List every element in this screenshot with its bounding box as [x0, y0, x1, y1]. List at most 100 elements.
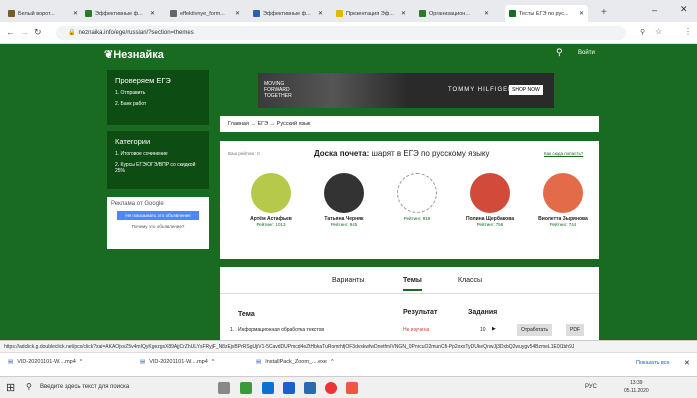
new-tab-icon[interactable]: + — [601, 7, 607, 18]
search-icon: ⚲ — [26, 382, 32, 391]
forward-icon[interactable]: → — [20, 27, 29, 37]
chevron-up-icon: ^ — [211, 359, 215, 365]
tab-themes[interactable]: Темы — [403, 277, 422, 291]
chrome-icon[interactable] — [325, 382, 337, 394]
logo-icon: ❦ — [104, 49, 114, 61]
lock-icon: 🔒 — [68, 30, 76, 36]
sidebar-box-check: Проверяем ЕГЭ 1. Отправить 2. Банк работ — [107, 70, 209, 125]
pdf-button[interactable]: PDF — [566, 324, 584, 336]
ad-label: Реклама от Google — [111, 201, 164, 207]
divider — [220, 293, 599, 294]
favicon-icon — [419, 10, 426, 17]
banner-cta-button[interactable]: SHOP NOW — [509, 85, 543, 95]
honor-person[interactable]: Полина Щербакова Рейтинг: 756 — [459, 173, 521, 227]
close-tab-icon[interactable]: ✕ — [70, 10, 78, 17]
honor-person[interactable]: Татьяна Черняк Рейтинг: 945 — [313, 173, 375, 227]
row-count: 10 — [480, 327, 486, 333]
status-url-bar: https://adclick.g.doubleclick.net/pcs/cl… — [0, 340, 697, 352]
tab-classes[interactable]: Классы — [458, 277, 482, 284]
login-link[interactable]: Войти — [578, 50, 595, 56]
favicon-icon — [170, 10, 177, 17]
yandex-icon[interactable] — [346, 382, 358, 394]
honor-person[interactable]: Виолетта Зырянова Рейтинг: 744 — [532, 173, 594, 227]
taskbar-search-input[interactable]: Введите здесь текст для поиска — [40, 384, 129, 390]
address-bar-row: ← → ↻ 🔒 neznaika.info/ege/russian/?sectio… — [0, 22, 697, 44]
browser-tab[interactable]: effektivnye_form... ✕ — [166, 5, 244, 22]
close-downloads-icon[interactable]: ✕ — [684, 359, 690, 367]
col-topic: Тема — [238, 311, 255, 318]
ad-why-link[interactable]: Почему это объявление? — [111, 224, 205, 229]
task-view-icon[interactable] — [218, 382, 230, 394]
browser-tab[interactable]: Белый ворот... ✕ — [4, 5, 82, 22]
close-tab-icon[interactable]: ✕ — [576, 10, 584, 17]
close-window-icon[interactable]: ✕ — [680, 4, 688, 15]
download-item[interactable]: ▤ InstallPack_Zoom_....exe ^ — [256, 359, 334, 365]
tab-variants[interactable]: Варианты — [332, 277, 364, 284]
site-logo[interactable]: ❦Незнайка — [104, 48, 164, 61]
download-item[interactable]: ▤ VID-20201101-W....mp4 ^ — [140, 359, 214, 365]
clock-time: 13:39 — [630, 380, 643, 386]
avatar — [324, 173, 364, 213]
browser-tab[interactable]: Эффективные ф... ✕ — [249, 5, 327, 22]
chevron-up-icon: ^ — [330, 359, 334, 365]
close-tab-icon[interactable]: ✕ — [147, 10, 155, 17]
file-icon: ▤ — [256, 359, 262, 365]
avatar — [470, 173, 510, 213]
row-topic[interactable]: Информационная обработка текстов — [238, 327, 324, 333]
sidebar-item-essay[interactable]: 1. Итоговое сочинение — [115, 151, 201, 158]
favicon-icon — [85, 10, 92, 17]
chevron-up-icon: ^ — [79, 359, 83, 365]
banner-brand: TOMMY HILFIGER — [448, 87, 514, 93]
browser-tab[interactable]: Тесты ЕГЭ по рус... ✕ — [505, 5, 588, 22]
avatar — [543, 173, 583, 213]
sidebar-item-courses[interactable]: 2. Курсы ЕГЭ/ОГЭ/ВПР со скидкой 25% — [115, 162, 201, 175]
browser-tab[interactable]: Организацион... ✕ — [415, 5, 493, 22]
language-indicator[interactable]: РУС — [585, 384, 597, 390]
edge-icon[interactable] — [262, 382, 274, 394]
url-input[interactable]: 🔒 neznaika.info/ege/russian/?section=them… — [56, 26, 626, 40]
mail-icon[interactable] — [304, 382, 316, 394]
honor-how-link[interactable]: Как сюда попасть? — [544, 151, 583, 156]
app-icon[interactable] — [240, 382, 252, 394]
close-tab-icon[interactable]: ✕ — [315, 10, 323, 17]
honor-person[interactable]: Артём Астафьев Рейтинг: 1013 — [240, 173, 302, 227]
favicon-icon — [336, 10, 343, 17]
download-item[interactable]: ▤ VID-20201101-W....mp4 ^ — [8, 359, 82, 365]
browser-tab[interactable]: Презентация Эф... ✕ — [332, 5, 410, 22]
google-ad-block: Реклама от Google Не показывать это объя… — [107, 197, 209, 249]
sidebar-box-title: Проверяем ЕГЭ — [115, 76, 171, 85]
favicon-icon — [8, 10, 15, 17]
sidebar-item-send[interactable]: 1. Отправить — [115, 90, 201, 97]
store-icon[interactable] — [283, 382, 295, 394]
windows-start-icon[interactable]: ⊞ — [6, 381, 15, 394]
row-number: 1. — [230, 327, 235, 333]
person-rating: Рейтинг: 919 — [403, 216, 431, 221]
sidebar-item-bank[interactable]: 2. Банк работ — [115, 101, 201, 108]
file-icon: ▤ — [8, 359, 14, 365]
banner-ad[interactable]: MOVING FORWARD TOGETHER TOMMY HILFIGER S… — [258, 73, 554, 108]
honor-person[interactable]: Рейтинг: 919 — [386, 173, 448, 221]
search-icon[interactable]: ⚲ — [556, 47, 563, 58]
close-tab-icon[interactable]: ✕ — [232, 10, 240, 17]
back-icon[interactable]: ← — [6, 27, 15, 37]
clock-date: 05.11.2020 — [624, 388, 649, 394]
banner-moving-text: MOVING FORWARD TOGETHER — [264, 81, 292, 99]
avatar — [251, 173, 291, 213]
breadcrumb[interactable]: Главная → ЕГЭ → Русский язык — [220, 116, 599, 132]
show-all-button[interactable]: Показать все — [636, 360, 670, 366]
reload-icon[interactable]: ↻ — [34, 27, 42, 38]
star-icon[interactable]: ☆ — [655, 27, 662, 36]
menu-icon[interactable]: ⋮ — [684, 27, 692, 36]
browser-tab[interactable]: Эффективные ф... ✕ — [81, 5, 159, 22]
close-tab-icon[interactable]: ✕ — [481, 10, 489, 17]
avatar — [397, 173, 437, 213]
honor-title: Доска почета: шарят в ЕГЭ по русскому яз… — [314, 149, 490, 158]
favicon-icon — [253, 10, 260, 17]
person-rating: Рейтинг: 744 — [549, 222, 577, 227]
sidebar-box-categories: Категории 1. Итоговое сочинение 2. Курсы… — [107, 131, 209, 189]
minimize-icon[interactable]: – — [652, 5, 657, 15]
ad-hide-button[interactable]: Не показывать это объявление — [117, 211, 199, 220]
practice-button[interactable]: Отработать — [517, 324, 553, 336]
close-tab-icon[interactable]: ✕ — [398, 10, 406, 17]
zoom-icon[interactable]: ⚲ — [640, 28, 645, 36]
